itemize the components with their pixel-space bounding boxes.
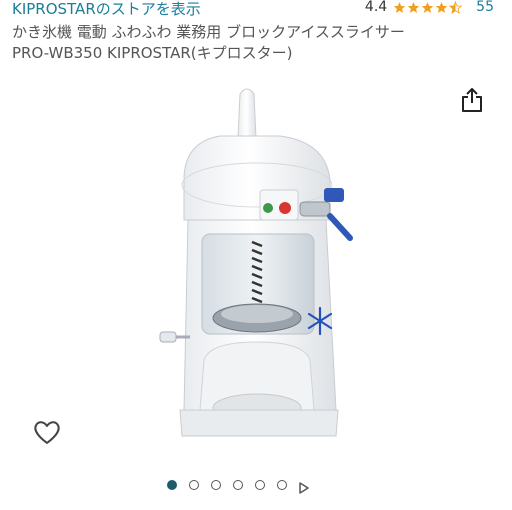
star-icon (393, 1, 406, 14)
star-icon (435, 1, 448, 14)
product-title-line1: かき氷機 電動 ふわふわ 業務用 ブロックアイススライサー (12, 23, 405, 41)
pager-dot[interactable] (211, 480, 221, 490)
pager-dot[interactable] (277, 480, 287, 490)
review-count[interactable]: 55 (476, 0, 494, 15)
rating[interactable]: 4.4 55 (365, 0, 494, 15)
pager-dot[interactable] (233, 480, 243, 490)
pager-dot[interactable] (189, 480, 199, 490)
pager-dot[interactable] (255, 480, 265, 490)
product-title: かき氷機 電動 ふわふわ 業務用 ブロックアイススライサー PRO-WB350 … (12, 22, 500, 64)
rating-score: 4.4 (364, 0, 388, 15)
product-image[interactable] (140, 80, 380, 460)
image-pager[interactable] (167, 478, 309, 494)
star-icon (421, 1, 434, 14)
play-icon[interactable] (299, 479, 309, 494)
star-half-icon (449, 0, 463, 14)
product-title-line2: PRO-WB350 KIPROSTAR(キプロスター) (12, 44, 293, 62)
share-icon[interactable] (459, 86, 485, 114)
pager-dot-active[interactable] (167, 480, 177, 490)
star-icon (407, 1, 420, 14)
heart-icon[interactable] (32, 418, 62, 446)
rating-stars (393, 0, 463, 14)
store-link[interactable]: KIPROSTARのストアを表示 (12, 0, 201, 19)
